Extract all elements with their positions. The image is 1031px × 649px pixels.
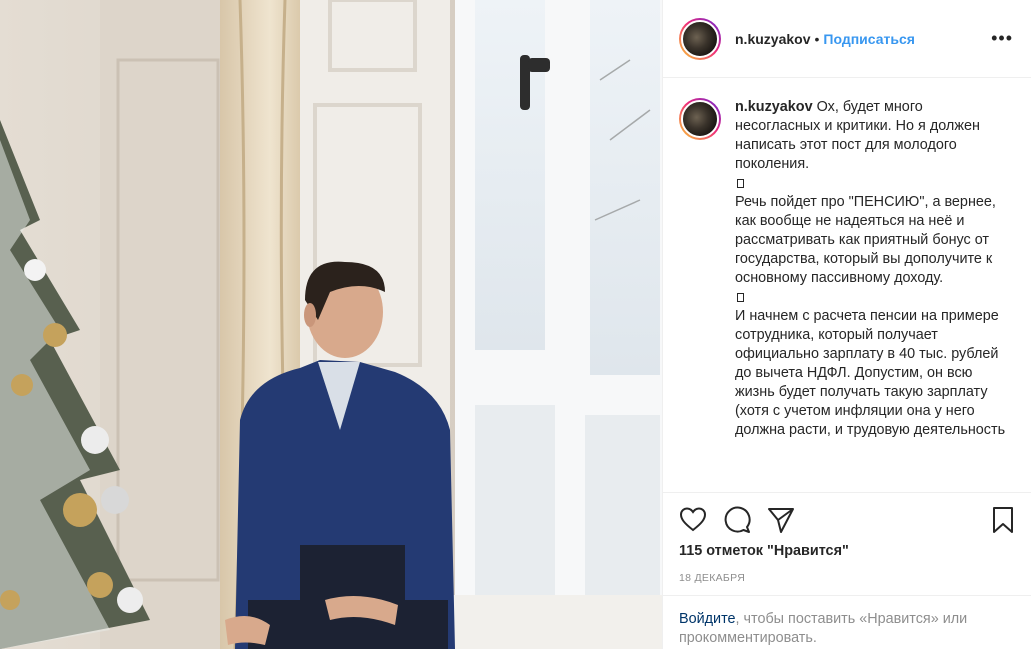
likes-count[interactable]: 115 отметок "Нравится" (679, 543, 849, 559)
login-link[interactable]: Войдите (679, 611, 736, 627)
emoji-placeholder-icon (737, 178, 744, 188)
post-side-panel: n.kuzyakov • Подписаться ••• n.kuzyakov … (662, 0, 1031, 649)
photo-illustration (0, 0, 662, 649)
header-separator: • (814, 30, 820, 47)
comment-icon[interactable] (723, 506, 751, 534)
emoji-placeholder-icon (737, 292, 744, 302)
bookmark-icon[interactable] (991, 506, 1015, 534)
author-avatar[interactable] (679, 17, 721, 60)
post-caption: n.kuzyakov Ох, будет много несогласных и… (679, 98, 1024, 491)
more-options-icon[interactable]: ••• (991, 28, 1013, 49)
caption-username[interactable]: n.kuzyakov (735, 99, 813, 115)
caption-paragraph-3: И начнем с расчета пенсии на примере сот… (735, 308, 1006, 438)
author-username[interactable]: n.kuzyakov (735, 31, 810, 47)
post-actions: 115 отметок "Нравится" 18 ДЕКАБРЯ Войдит… (663, 492, 1031, 649)
login-prompt: Войдите, чтобы поставить «Нравится» или … (663, 595, 1031, 648)
post-photo (0, 0, 662, 649)
follow-button[interactable]: Подписаться (823, 31, 915, 47)
caption-author-avatar[interactable] (679, 98, 721, 140)
post-date[interactable]: 18 ДЕКАБРЯ (679, 572, 745, 584)
action-icons-bar (663, 493, 1031, 549)
post-header: n.kuzyakov • Подписаться ••• (663, 0, 1031, 78)
caption-paragraph-2: Речь пойдет про "ПЕНСИЮ", а вернее, как … (735, 194, 996, 286)
share-icon[interactable] (767, 506, 795, 534)
caption-text: n.kuzyakov Ох, будет много несогласных и… (735, 98, 1007, 491)
heart-icon[interactable] (679, 506, 707, 532)
